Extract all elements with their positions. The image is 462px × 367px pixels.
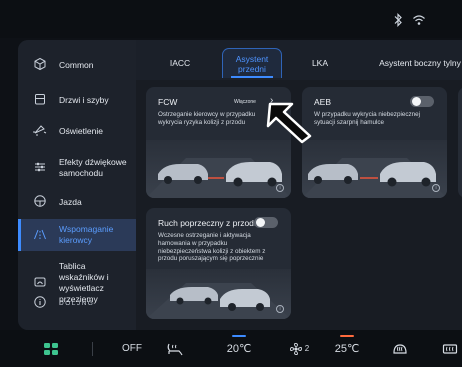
- card-description: W przypadku wykrycia niebezpiecznej sytu…: [314, 111, 421, 126]
- sidebar-item-common[interactable]: Common: [18, 54, 136, 76]
- sidebar-item-label: Efekty dźwiękowe samochodu: [59, 157, 127, 178]
- info-icon: [32, 295, 48, 311]
- sidebar-item-label: Wspomaganie kierowcy: [59, 224, 114, 245]
- screen: Common Drzwi i szyby Oświetlenie Efekty …: [0, 0, 462, 367]
- card-title: Ruch poprzeczny z przodu: [158, 218, 259, 228]
- card-title: FCW: [158, 97, 178, 107]
- separator: [92, 342, 93, 356]
- fan-icon: [289, 342, 302, 355]
- wifi-icon[interactable]: [412, 13, 426, 27]
- pointer-arrow-icon: [266, 102, 312, 144]
- card-aeb[interactable]: AEB W przypadku wykrycia niebezpiecznej …: [302, 87, 447, 198]
- steering-wheel-icon: [32, 194, 48, 210]
- sidebar-item-lighting[interactable]: Oświetlenie: [18, 120, 136, 142]
- settings-panel: Common Drzwi i szyby Oświetlenie Efekty …: [18, 40, 462, 330]
- sidebar-item-sound-effects[interactable]: Efekty dźwiękowe samochodu: [18, 153, 136, 183]
- temp-left[interactable]: 20℃: [222, 330, 256, 367]
- status-bar: [0, 0, 462, 38]
- climate-off-button[interactable]: OFF: [118, 330, 146, 367]
- settings-sidebar: Common Drzwi i szyby Oświetlenie Efekty …: [18, 40, 136, 330]
- fan-speed[interactable]: 2: [282, 330, 316, 367]
- scene-image: [146, 269, 291, 319]
- card-front-cross-traffic[interactable]: Ruch poprzeczny z przodu Wczesne ostrzeg…: [146, 208, 291, 319]
- card-partial[interactable]: [458, 87, 462, 198]
- sidebar-item-doors-windows[interactable]: Drzwi i szyby: [18, 89, 136, 111]
- defrost-rear-icon[interactable]: [440, 330, 460, 367]
- tab-front-assist[interactable]: Asystent przedni: [222, 48, 282, 78]
- bluetooth-icon[interactable]: [391, 13, 405, 27]
- cube-icon: [32, 57, 48, 73]
- sidebar-item-label: DOLJNG: [59, 299, 95, 307]
- sidebar-item-label: Jazda: [59, 196, 82, 207]
- tab-iacc[interactable]: IACC: [160, 48, 200, 78]
- card-description: Wczesne ostrzeganie i aktywacja hamowani…: [158, 232, 266, 263]
- defrost-front-icon[interactable]: [388, 330, 412, 367]
- sidebar-item-driving[interactable]: Jazda: [18, 191, 136, 213]
- light-icon: [32, 123, 48, 139]
- dashboard-icon: [32, 275, 48, 291]
- info-icon[interactable]: i: [276, 184, 284, 192]
- card-title: AEB: [314, 97, 332, 107]
- assist-road-icon: [32, 227, 48, 243]
- fan-level: 2: [304, 344, 310, 353]
- tab-bar: IACC Asystent przedni LKA Asystent boczn…: [136, 40, 462, 80]
- apps-grid-icon[interactable]: [38, 330, 64, 367]
- status-badge: Włączone: [234, 99, 256, 105]
- sidebar-item-label: Common: [59, 59, 94, 70]
- scene-image: [302, 140, 447, 198]
- equalizer-icon: [32, 160, 48, 176]
- tab-lka[interactable]: LKA: [302, 48, 338, 78]
- aeb-toggle[interactable]: [410, 96, 434, 107]
- seat-heat-icon[interactable]: [162, 330, 188, 367]
- front-cross-traffic-toggle[interactable]: [254, 217, 278, 228]
- info-icon[interactable]: i: [276, 305, 284, 313]
- temp-right[interactable]: 25℃: [330, 330, 364, 367]
- card-description: Ostrzeganie kierowcy w przypadku wykryci…: [158, 111, 256, 126]
- sidebar-item-brand[interactable]: DOLJNG: [18, 295, 136, 311]
- scene-image: [146, 140, 291, 198]
- climate-bar: OFF 20℃ 2 25℃: [0, 330, 462, 367]
- sidebar-item-driver-assist[interactable]: Wspomaganie kierowcy: [18, 219, 136, 251]
- door-icon: [32, 92, 48, 108]
- tab-rear-side-assist[interactable]: Asystent boczny tylny: [372, 48, 462, 78]
- sidebar-item-label: Drzwi i szyby: [59, 94, 109, 105]
- sidebar-item-label: Oświetlenie: [59, 125, 103, 136]
- info-icon[interactable]: i: [432, 184, 440, 192]
